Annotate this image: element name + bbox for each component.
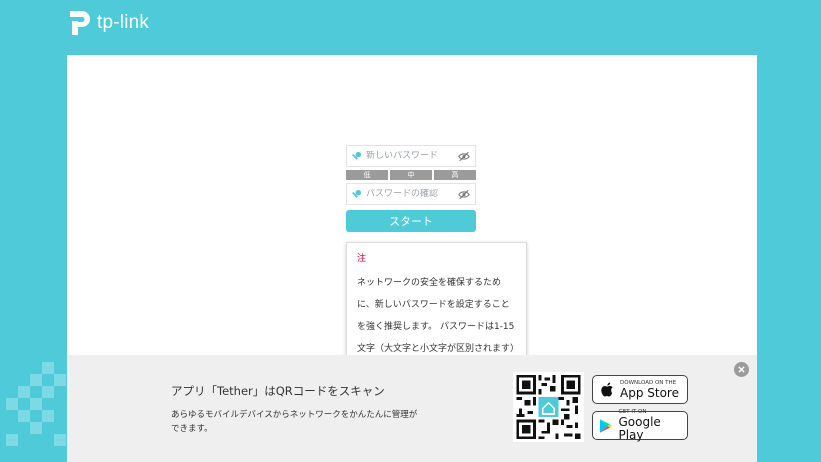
confirm-password-input[interactable] xyxy=(366,189,454,199)
tp-link-logo-icon xyxy=(70,11,90,35)
password-strength-meter: 低 中 高 xyxy=(346,170,476,180)
note-body: ネットワークの安全を確保するために、新しいパスワードを設定することを強く推奨しま… xyxy=(357,278,515,354)
close-icon xyxy=(738,366,745,373)
key-icon xyxy=(352,189,362,198)
apple-icon xyxy=(601,382,613,397)
banner-description: あらゆるモバイルデバイスからネットワークをかんたんに管理ができます。 xyxy=(171,410,418,434)
logo-text: tp-link xyxy=(97,12,150,33)
tp-link-logo: tp-link xyxy=(67,8,149,38)
key-icon xyxy=(352,151,362,160)
note-title: 注 xyxy=(357,254,367,264)
password-form: 低 中 高 スタート xyxy=(346,145,476,232)
google-play-icon xyxy=(599,418,613,433)
app-store-button[interactable]: DOWNLOAD ON THE App Store xyxy=(592,375,688,404)
strength-low: 低 xyxy=(346,170,388,180)
strength-high: 高 xyxy=(434,170,476,180)
password-note-tooltip: 注 ネットワークの安全を確保するために、新しいパスワードを設定することを強く推奨… xyxy=(346,242,527,362)
eye-off-icon[interactable] xyxy=(458,151,470,162)
new-password-field xyxy=(346,145,476,167)
close-banner-button[interactable] xyxy=(734,362,749,377)
app-store-label: App Store xyxy=(620,385,679,400)
qr-code xyxy=(513,372,584,442)
start-button[interactable]: スタート xyxy=(346,210,476,232)
google-play-button[interactable]: GET IT ON Google Play xyxy=(592,409,688,442)
decorative-pixel-pattern xyxy=(6,362,66,446)
google-play-label: Google Play xyxy=(618,415,661,442)
tether-app-banner: アプリ「Tether」はQRコードをスキャン あらゆるモバイルデバイスからネット… xyxy=(67,355,757,462)
strength-medium: 中 xyxy=(390,170,432,180)
banner-title: アプリ「Tether」はQRコードをスキャン xyxy=(171,384,385,398)
confirm-password-field xyxy=(346,183,476,205)
new-password-input[interactable] xyxy=(366,151,454,161)
eye-off-icon[interactable] xyxy=(458,189,470,200)
